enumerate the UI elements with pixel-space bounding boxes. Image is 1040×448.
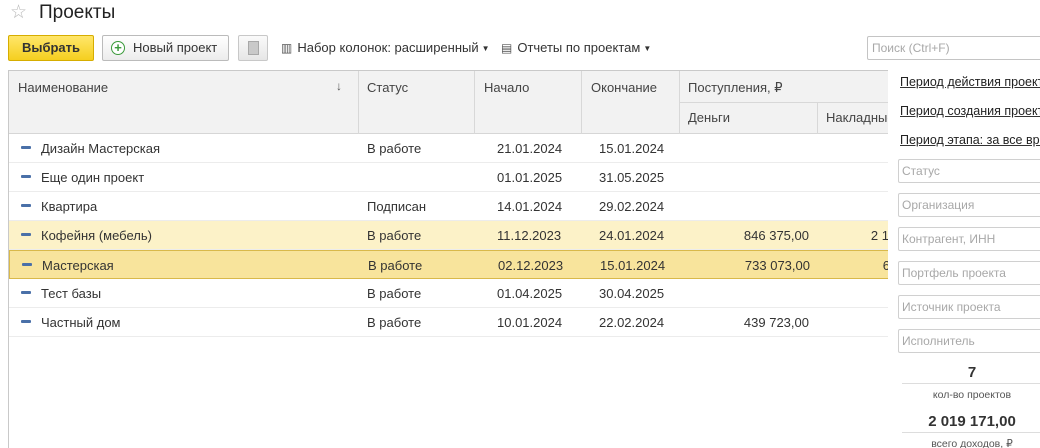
cell-name: Тест базы (41, 286, 102, 301)
cell-name: Квартира (41, 199, 98, 214)
projects-table: Наименование ↓ Статус Начало Окончание П… (8, 70, 888, 448)
chevron-down-icon: ▼ (481, 44, 490, 53)
organization-filter-field[interactable]: Организация (898, 193, 1040, 217)
column-divider (581, 71, 582, 134)
reports-menu-label: Отчеты по проектам (517, 40, 641, 55)
table-row[interactable]: Кофейня (мебель) В работе 11.12.2023 24.… (9, 221, 888, 250)
cell-end: 15.01.2024 (600, 258, 666, 273)
cell-end: 31.05.2025 (599, 170, 665, 185)
stat-divider (902, 383, 1040, 384)
cell-money: 733 073,00 (744, 258, 810, 273)
report-icon: ▤ (501, 41, 513, 55)
column-header-end[interactable]: Окончание (591, 80, 657, 95)
cell-status: В работе (367, 315, 422, 330)
status-filter-field[interactable]: Статус (898, 159, 1040, 183)
cell-overhead: 6 (830, 258, 888, 273)
portfolio-filter-field[interactable]: Портфель проекта (898, 261, 1040, 285)
project-count-label: кол-во проектов (932, 389, 1012, 401)
cell-start: 02.12.2023 (498, 258, 564, 273)
reports-menu[interactable]: ▤ Отчеты по проектам ▼ (501, 35, 651, 61)
cell-name: Дизайн Мастерская (41, 141, 161, 156)
header-divider (680, 102, 888, 103)
new-project-button[interactable]: + Новый проект (102, 35, 229, 61)
cell-name: Частный дом (41, 315, 121, 330)
table-row[interactable]: Тест базы В работе 01.04.2025 30.04.2025 (9, 279, 888, 308)
cell-name: Мастерская (42, 258, 114, 273)
cell-start: 10.01.2024 (497, 315, 563, 330)
cell-money: 439 723,00 (743, 315, 809, 330)
table-row[interactable]: Дизайн Мастерская В работе 21.01.2024 15… (9, 134, 888, 163)
cell-start: 14.01.2024 (497, 199, 563, 214)
copy-button[interactable] (238, 35, 268, 61)
source-filter-field[interactable]: Источник проекта (898, 295, 1040, 319)
cell-status: В работе (368, 258, 423, 273)
column-divider (358, 71, 359, 134)
column-header-start[interactable]: Начало (484, 80, 529, 95)
project-icon (21, 233, 31, 236)
column-header-income[interactable]: Поступления, ₽ (688, 80, 783, 96)
cell-end: 29.02.2024 (599, 199, 665, 214)
page-title: Проекты (39, 2, 116, 23)
project-icon (21, 146, 31, 149)
column-divider (817, 103, 818, 134)
search-input[interactable] (867, 36, 1040, 60)
title-bar: ☆ Проекты (0, 0, 1040, 30)
cell-end: 30.04.2025 (599, 286, 665, 301)
period-created-link[interactable]: Период создания проекта (900, 104, 1040, 118)
plus-icon: + (111, 41, 125, 55)
column-divider (474, 71, 475, 134)
star-icon[interactable]: ☆ (10, 3, 27, 23)
cell-status: Подписан (367, 199, 427, 214)
columns-menu[interactable]: ▥ Набор колонок: расширенный ▼ (281, 35, 490, 61)
period-action-link[interactable]: Период действия проекта (900, 75, 1040, 89)
select-button[interactable]: Выбрать (8, 35, 94, 61)
table-row-selected[interactable]: Мастерская В работе 02.12.2023 15.01.202… (9, 250, 888, 279)
project-count-value: 7 (967, 364, 977, 381)
filter-panel: Период действия проекта Период создания … (898, 70, 1040, 448)
project-icon (21, 320, 31, 323)
column-header-overhead[interactable]: Накладные (826, 110, 888, 125)
project-icon (22, 263, 32, 266)
total-income-label: всего доходов, ₽ (931, 438, 1013, 448)
new-project-label: Новый проект (133, 40, 218, 55)
cell-end: 15.01.2024 (599, 141, 665, 156)
cell-status: В работе (367, 141, 422, 156)
chevron-down-icon: ▼ (643, 44, 652, 53)
copy-icon (248, 41, 259, 55)
project-icon (21, 291, 31, 294)
cell-end: 22.02.2024 (599, 315, 665, 330)
cell-status: В работе (367, 228, 422, 243)
column-header-money[interactable]: Деньги (688, 110, 730, 125)
stat-divider (902, 432, 1040, 433)
cell-start: 01.01.2025 (497, 170, 563, 185)
sort-down-icon[interactable]: ↓ (336, 79, 342, 93)
toolbar: Выбрать + Новый проект ▥ Набор колонок: р… (0, 35, 1040, 63)
project-icon (21, 204, 31, 207)
column-header-name[interactable]: Наименование (18, 80, 108, 95)
cell-money: 846 375,00 (743, 228, 809, 243)
cell-start: 01.04.2025 (497, 286, 563, 301)
cell-name: Еще один проект (41, 170, 145, 185)
cell-overhead: 2 1 (870, 228, 888, 243)
period-stage-link[interactable]: Период этапа: за все время (900, 133, 1040, 147)
column-header-status[interactable]: Статус (367, 80, 408, 95)
table-row[interactable]: Квартира Подписан 14.01.2024 29.02.2024 (9, 192, 888, 221)
table-header: Наименование ↓ Статус Начало Окончание П… (9, 71, 888, 134)
cell-start: 11.12.2023 (497, 228, 562, 243)
total-income-value: 2 019 171,00 (928, 413, 1016, 430)
columns-menu-label: Набор колонок: расширенный (297, 40, 479, 55)
contractor-filter-field[interactable]: Контрагент, ИНН (898, 227, 1040, 251)
table-row[interactable]: Частный дом В работе 10.01.2024 22.02.20… (9, 308, 888, 337)
cell-end: 24.01.2024 (599, 228, 665, 243)
columns-icon: ▥ (281, 41, 293, 55)
cell-status: В работе (367, 286, 422, 301)
cell-start: 21.01.2024 (497, 141, 563, 156)
table-row[interactable]: Еще один проект 01.01.2025 31.05.2025 (9, 163, 888, 192)
executor-filter-field[interactable]: Исполнитель (898, 329, 1040, 353)
project-icon (21, 175, 31, 178)
cell-name: Кофейня (мебель) (41, 228, 152, 243)
